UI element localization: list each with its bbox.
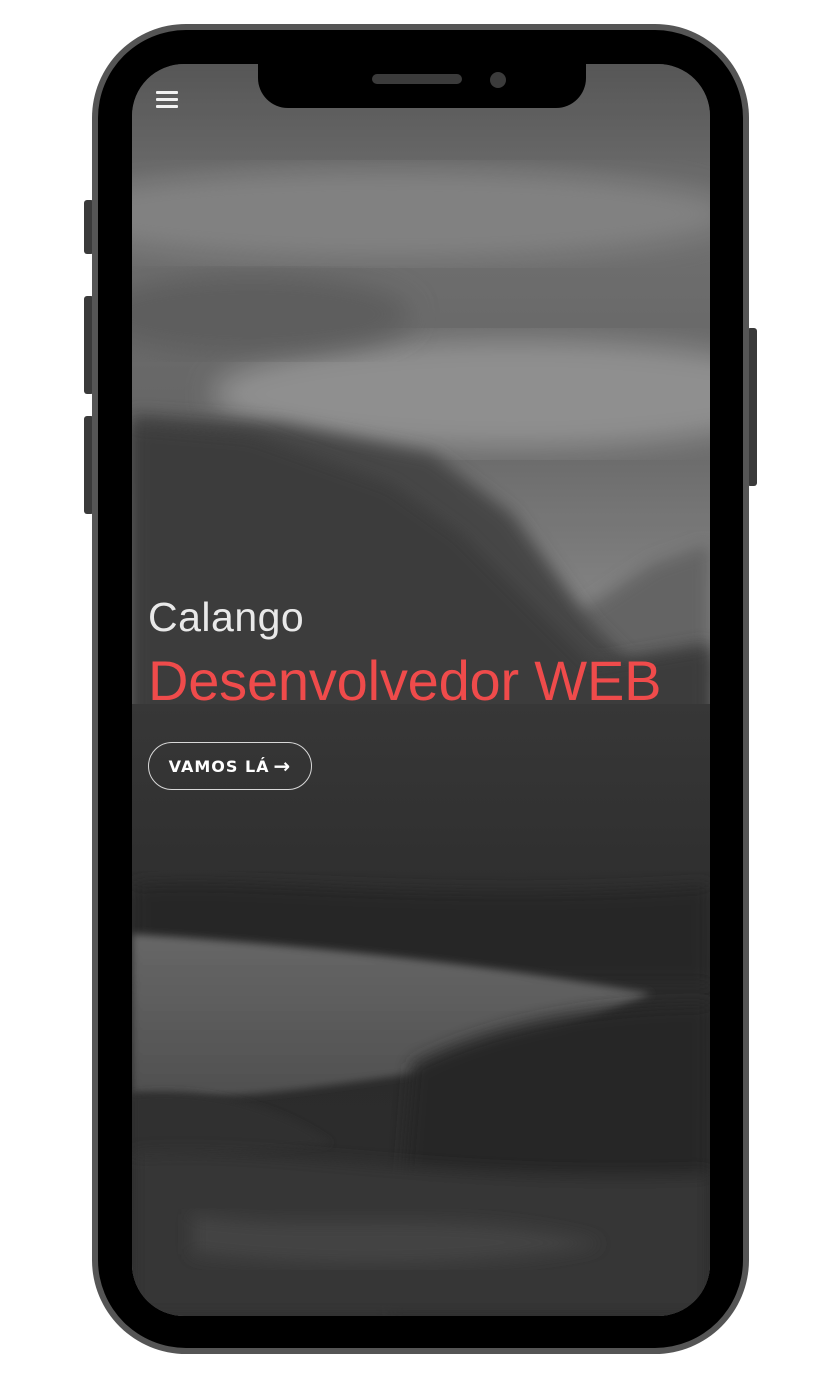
cta-label: VAMOS LÁ bbox=[168, 756, 270, 776]
phone-mockup: Calango Desenvolvedor WEB VAMOS LÁ → bbox=[0, 0, 822, 1380]
menu-line bbox=[156, 105, 178, 108]
hamburger-menu-icon[interactable] bbox=[156, 91, 178, 109]
vamos-la-button[interactable]: VAMOS LÁ → bbox=[148, 742, 312, 790]
menu-line bbox=[156, 98, 178, 101]
speaker-grille bbox=[372, 74, 462, 84]
phone-notch bbox=[258, 60, 586, 108]
hero-name: Calango bbox=[148, 594, 305, 640]
menu-line bbox=[156, 91, 178, 94]
arrow-right-icon: → bbox=[273, 754, 292, 778]
front-camera bbox=[490, 72, 506, 88]
hero-role: Desenvolvedor WEB bbox=[148, 649, 662, 712]
